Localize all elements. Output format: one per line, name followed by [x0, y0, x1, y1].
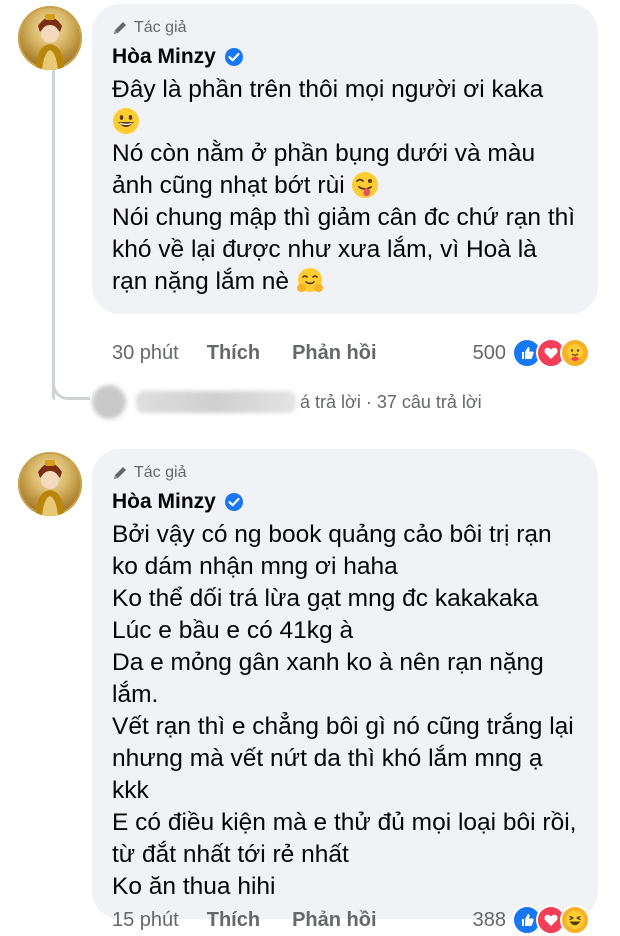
avatar-portrait-icon [36, 14, 64, 70]
author-name[interactable]: Hòa Minzy [112, 45, 216, 69]
author-badge-label: Tác giả [134, 464, 187, 481]
comment-text: Bởi vậy có ng book quảng cảo bôi trị rạn… [112, 519, 578, 903]
comment-bubble: Tác giả Hòa Minzy Đây là phần trên thôi … [92, 4, 598, 314]
comment-line: Ko ăn thua hihi [112, 873, 276, 900]
blurred-replier-name [136, 391, 296, 413]
comment-time[interactable]: 30 phút [112, 342, 179, 365]
like-button[interactable]: Thích [207, 342, 260, 365]
comment-bubble: Tác giả Hòa Minzy Bởi vậy có ng book quả… [92, 449, 598, 919]
comment-line: Nói chung mập thì giảm cân đc chứ rạn th… [112, 204, 576, 295]
reaction-count: 500 [472, 341, 506, 364]
comment-actions: 30 phút Thích Phản hồi 500 [112, 338, 590, 368]
hugging-face-emoji [296, 268, 323, 292]
comment-line: Nó còn nằm ở phần bụng dưới và màu ảnh c… [112, 140, 536, 199]
author-badge: Tác giả [112, 463, 578, 483]
thread-connector-line [52, 70, 55, 400]
reply-button[interactable]: Phản hồi [292, 342, 376, 365]
view-replies-row[interactable]: á trả lời · 37 câu trả lời [92, 384, 482, 420]
pencil-icon [114, 22, 126, 34]
comment-actions: 15 phút Thích Phản hồi 388 [112, 905, 590, 935]
blurred-replier-avatar [92, 385, 126, 419]
verified-badge-icon [224, 48, 243, 66]
replies-count[interactable]: 37 câu trả lời [377, 392, 482, 413]
comment-line: Ko thể dối trá lừa gạt mng đc kakakaka [112, 585, 539, 612]
replies-separator: · [365, 391, 372, 412]
comment-time[interactable]: 15 phút [112, 909, 179, 932]
pencil-icon [114, 467, 126, 479]
grinning-face-emoji [113, 108, 139, 134]
like-button[interactable]: Thích [207, 909, 260, 932]
comment-line: Da e mỏng gân xanh ko à nên rạn nặng lắm… [112, 649, 544, 708]
avatar-portrait-icon [36, 460, 64, 516]
thread-connector-hook [52, 384, 90, 400]
care-reaction-icon [560, 338, 590, 368]
comment-line: Bởi vậy có ng book quảng cảo bôi trị rạn… [112, 521, 552, 580]
verified-badge-icon [224, 493, 243, 511]
reaction-count: 388 [472, 908, 506, 931]
comment-line: Vết rạn thì e chẳng bôi gì nó cũng trắng… [112, 713, 574, 804]
author-name[interactable]: Hòa Minzy [112, 490, 216, 514]
comment-line: Lúc e bầu e có 41kg à [112, 617, 354, 644]
avatar[interactable] [18, 452, 82, 516]
haha-reaction-icon [560, 905, 590, 935]
author-badge-label: Tác giả [134, 19, 187, 36]
comment-line: E có điều kiện mà e thử đủ mọi loại bôi … [112, 809, 577, 868]
reactions-summary[interactable]: 388 [473, 905, 590, 935]
reactions-summary[interactable]: 500 [473, 338, 590, 368]
comment-text: Đây là phần trên thôi mọi người ơi kaka … [112, 74, 578, 298]
tongue-out-emoji [352, 172, 379, 198]
comment-line: Đây là phần trên thôi mọi người ơi kaka [112, 76, 544, 103]
reply-button[interactable]: Phản hồi [292, 909, 376, 932]
author-badge: Tác giả [112, 18, 578, 38]
replies-partial-text: á trả lời [300, 391, 361, 412]
avatar[interactable] [18, 6, 82, 70]
